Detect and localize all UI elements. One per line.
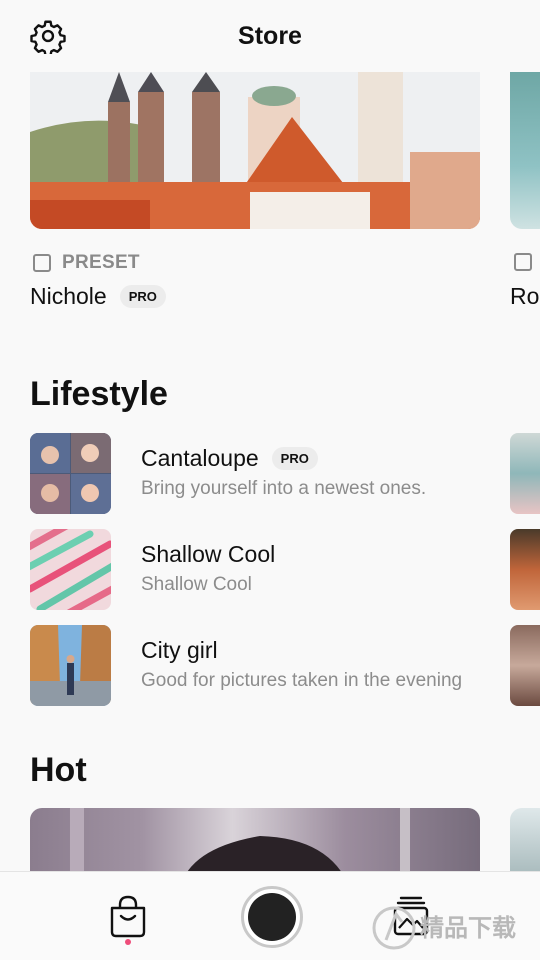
watermark-logo-icon: 精品下载 <box>372 906 516 950</box>
filter-thumbnail <box>30 433 111 514</box>
preset-checkbox[interactable] <box>33 254 51 272</box>
list-item-title-row: Shallow Cool <box>141 541 275 568</box>
list-item[interactable]: Cantaloupe PRO Bring yourself into a new… <box>30 433 510 514</box>
cantaloupe-thumbnail-image <box>30 433 111 514</box>
store-bag-icon[interactable] <box>108 894 148 940</box>
list-item[interactable]: Shallow Cool Shallow Cool <box>30 529 510 610</box>
list-item[interactable]: City girl Good for pictures taken in the… <box>30 625 510 706</box>
list-item-text: Shallow Cool Shallow Cool <box>141 541 275 596</box>
list-item-title: Cantaloupe <box>141 445 259 471</box>
filter-thumbnail-next[interactable] <box>510 529 540 610</box>
store-screen: Store PRESET Nichole PRO Ro Lifestyle Ca… <box>0 0 540 960</box>
filter-thumbnail-next[interactable] <box>510 433 540 514</box>
pro-badge: PRO <box>119 285 166 308</box>
shutter-inner <box>248 893 296 941</box>
shutter-button[interactable] <box>241 886 303 948</box>
featured-card-next-title[interactable]: Ro <box>510 283 539 310</box>
city-rooftops-image <box>30 72 480 229</box>
section-title-hot: Hot <box>30 751 87 789</box>
city-girl-thumbnail-image <box>30 625 111 706</box>
page-title: Store <box>238 22 302 50</box>
section-title-lifestyle: Lifestyle <box>30 375 168 413</box>
watermark-text: 精品下载 <box>420 914 516 942</box>
list-item-title-row: Cantaloupe PRO <box>141 445 426 472</box>
preset-tag-row: PRESET <box>33 252 140 274</box>
list-item-title: City girl <box>141 637 218 663</box>
featured-card-image[interactable] <box>30 72 480 229</box>
list-item-title: Shallow Cool <box>141 541 276 567</box>
list-item-title-row: City girl <box>141 637 462 664</box>
list-item-description: Bring yourself into a newest ones. <box>141 478 427 499</box>
filter-thumbnail <box>30 529 111 610</box>
header-bar: Store <box>0 0 540 72</box>
list-item-text: City girl Good for pictures taken in the… <box>141 637 462 692</box>
filter-thumbnail <box>30 625 111 706</box>
list-item-description: Shallow Cool <box>141 574 252 595</box>
list-item-text: Cantaloupe PRO Bring yourself into a new… <box>141 445 426 500</box>
preset-label: PRESET <box>62 252 140 273</box>
pro-badge: PRO <box>271 447 318 470</box>
featured-card-title-row[interactable]: Nichole PRO <box>30 283 166 310</box>
filter-thumbnail-next[interactable] <box>510 625 540 706</box>
active-tab-indicator <box>125 939 131 945</box>
list-item-description: Good for pictures taken in the evening <box>141 670 463 691</box>
featured-card-next-image[interactable] <box>510 72 540 229</box>
shallow-cool-thumbnail-image <box>30 529 111 610</box>
preset-checkbox-next[interactable] <box>514 253 532 271</box>
featured-card-title: Nichole <box>30 283 107 309</box>
